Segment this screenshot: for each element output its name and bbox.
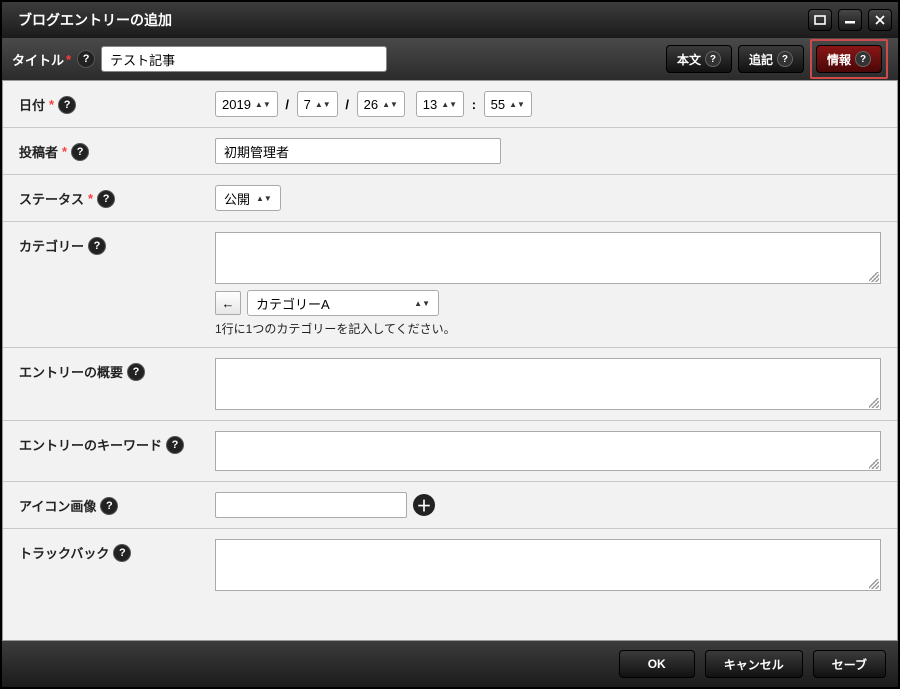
tab-note[interactable]: 追記 ?	[738, 45, 804, 73]
save-button[interactable]: セーブ	[813, 650, 886, 678]
close-icon	[875, 15, 885, 25]
stepper-arrows-icon: ▲▼	[315, 102, 331, 107]
icon-input[interactable]	[215, 492, 407, 518]
maximize-icon	[814, 15, 826, 25]
tab-body-label: 本文	[677, 51, 701, 68]
active-tab-highlight: 情報 ?	[810, 39, 888, 79]
select-arrows-icon: ▲▼	[256, 196, 272, 201]
date-year-stepper[interactable]: 2019▲▼	[215, 91, 278, 117]
required-mark: *	[66, 52, 71, 67]
required-mark: *	[62, 144, 67, 159]
help-icon[interactable]: ?	[97, 190, 115, 208]
help-icon[interactable]: ?	[166, 436, 184, 454]
stepper-arrows-icon: ▲▼	[382, 102, 398, 107]
date-month-stepper[interactable]: 7▲▼	[297, 91, 338, 117]
author-input[interactable]	[215, 138, 501, 164]
required-mark: *	[88, 191, 93, 206]
help-icon[interactable]: ?	[113, 544, 131, 562]
titlebar: ブログエントリーの追加	[2, 2, 898, 38]
footer: OK キャンセル セーブ	[2, 641, 898, 687]
help-icon[interactable]: ?	[127, 363, 145, 381]
maximize-button[interactable]	[808, 9, 832, 31]
status-select[interactable]: 公開 ▲▼	[215, 185, 281, 211]
window-controls	[808, 9, 892, 31]
section-keyword: エントリーのキーワード ?	[3, 421, 897, 482]
tab-body[interactable]: 本文 ?	[666, 45, 732, 73]
trackback-textarea[interactable]	[215, 539, 881, 591]
stepper-arrows-icon: ▲▼	[255, 102, 271, 107]
window-title: ブログエントリーの追加	[18, 10, 808, 30]
help-icon[interactable]: ?	[88, 237, 106, 255]
help-icon[interactable]: ?	[77, 50, 95, 68]
close-button[interactable]	[868, 9, 892, 31]
cancel-button[interactable]: キャンセル	[705, 650, 803, 678]
help-icon[interactable]: ?	[71, 143, 89, 161]
section-summary: エントリーの概要 ?	[3, 348, 897, 421]
section-icon: アイコン画像 ? ＋	[3, 482, 897, 529]
category-add-left-button[interactable]: ←	[215, 291, 241, 315]
summary-label: エントリーの概要 ?	[19, 358, 215, 381]
tab-info-label: 情報	[827, 51, 851, 68]
help-icon[interactable]: ?	[705, 51, 721, 67]
help-icon[interactable]: ?	[777, 51, 793, 67]
icon-label: アイコン画像 ?	[19, 492, 215, 515]
trackback-label: トラックバック ?	[19, 539, 215, 562]
section-category: カテゴリー ? ← カテゴリーA ▲▼ 1行に1つのカテゴリーを記入してください…	[3, 222, 897, 348]
minimize-button[interactable]	[838, 9, 862, 31]
toolbar: タイトル* ? 本文 ? 追記 ? 情報 ?	[2, 38, 898, 80]
tab-info[interactable]: 情報 ?	[816, 45, 882, 73]
date-day-stepper[interactable]: 26▲▼	[357, 91, 405, 117]
tab-note-label: 追記	[749, 51, 773, 68]
section-status: ステータス* ? 公開 ▲▼	[3, 175, 897, 222]
author-label: 投稿者* ?	[19, 138, 215, 161]
category-textarea[interactable]	[215, 232, 881, 284]
window: ブログエントリーの追加 タイトル* ? 本文 ? 追記 ?	[0, 0, 900, 689]
date-label: 日付* ?	[19, 91, 215, 114]
status-label: ステータス* ?	[19, 185, 215, 208]
stepper-arrows-icon: ▲▼	[509, 102, 525, 107]
section-trackback: トラックバック ?	[3, 529, 897, 601]
select-arrows-icon: ▲▼	[414, 301, 430, 306]
category-select[interactable]: カテゴリーA ▲▼	[247, 290, 439, 316]
form-content: 日付* ? 2019▲▼ / 7▲▼ / 26▲▼ 13▲▼ : 55▲▼ 投稿…	[2, 80, 898, 641]
title-label: タイトル*	[12, 50, 71, 69]
help-icon[interactable]: ?	[855, 51, 871, 67]
title-input[interactable]	[101, 46, 387, 72]
section-date: 日付* ? 2019▲▼ / 7▲▼ / 26▲▼ 13▲▼ : 55▲▼	[3, 81, 897, 128]
add-icon-button[interactable]: ＋	[413, 494, 435, 516]
title-label-text: タイトル	[12, 50, 64, 69]
time-hour-stepper[interactable]: 13▲▼	[416, 91, 464, 117]
help-icon[interactable]: ?	[58, 96, 76, 114]
keyword-label: エントリーのキーワード ?	[19, 431, 215, 454]
time-minute-stepper[interactable]: 55▲▼	[484, 91, 532, 117]
ok-button[interactable]: OK	[619, 650, 695, 678]
minimize-icon	[844, 15, 856, 25]
stepper-arrows-icon: ▲▼	[441, 102, 457, 107]
help-icon[interactable]: ?	[100, 497, 118, 515]
summary-textarea[interactable]	[215, 358, 881, 410]
section-author: 投稿者* ?	[3, 128, 897, 175]
required-mark: *	[49, 97, 54, 112]
keyword-textarea[interactable]	[215, 431, 881, 471]
category-hint: 1行に1つのカテゴリーを記入してください。	[215, 320, 881, 337]
category-label: カテゴリー ?	[19, 232, 215, 255]
plus-icon: ＋	[416, 495, 431, 516]
